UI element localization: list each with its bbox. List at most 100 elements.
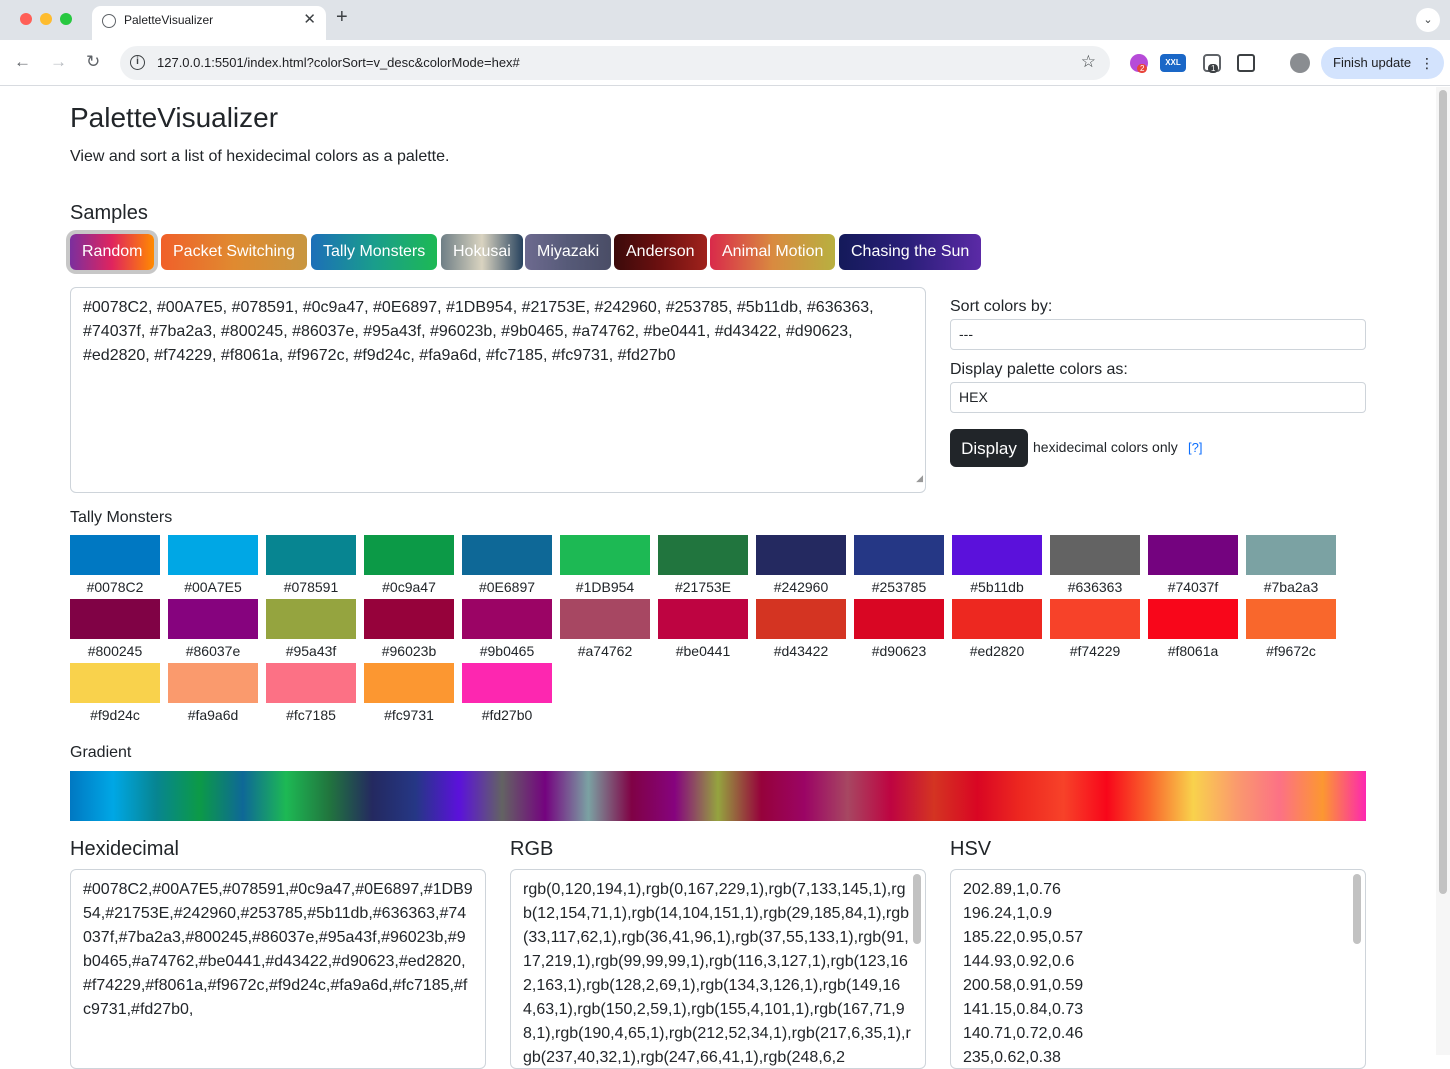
- sample-button[interactable]: Tally Monsters: [311, 234, 438, 270]
- minimize-window-button[interactable]: [40, 13, 52, 25]
- extension-badge: 2: [1137, 64, 1148, 73]
- page-description: View and sort a list of hexidecimal colo…: [70, 148, 450, 165]
- hsv-line: 196.24,1,0.9: [963, 905, 1052, 922]
- swatch-label: #86037e: [185, 643, 241, 659]
- sort-label: Sort colors by:: [950, 298, 1053, 315]
- color-swatch: #7ba2a3: [1246, 535, 1336, 595]
- color-swatch: #636363: [1050, 535, 1140, 595]
- swatch-color-block: [70, 535, 160, 575]
- sample-button[interactable]: Random: [70, 234, 155, 270]
- site-info-icon[interactable]: i: [130, 55, 145, 70]
- help-link[interactable]: [?]: [1188, 440, 1202, 455]
- swatch-color-block: [658, 535, 748, 575]
- browser-tab[interactable]: PaletteVisualizer ✕: [92, 6, 326, 40]
- swatch-color-block: [1148, 535, 1238, 575]
- profile-avatar[interactable]: [1290, 53, 1310, 73]
- close-window-button[interactable]: [20, 13, 32, 25]
- swatch-label: #a74762: [577, 643, 633, 659]
- sample-button[interactable]: Packet Switching: [161, 234, 307, 270]
- hsv-line: 200.58,0.91,0.59: [963, 977, 1084, 994]
- more-menu-icon[interactable]: ⋮: [1420, 47, 1434, 79]
- hsv-line: 185.22,0.95,0.57: [963, 929, 1084, 946]
- swatch-color-block: [168, 663, 258, 703]
- tab-search-icon[interactable]: ⌄: [1416, 8, 1440, 32]
- sample-button[interactable]: Anderson: [614, 234, 707, 270]
- color-swatch: #86037e: [168, 599, 258, 659]
- rgb-output-value: rgb(0,120,194,1),rgb(0,167,229,1),rgb(7,…: [523, 881, 911, 1066]
- close-tab-icon[interactable]: ✕: [303, 10, 316, 28]
- gradient-heading: Gradient: [70, 744, 132, 761]
- swatch-label: #f8061a: [1167, 643, 1219, 659]
- swatch-label: #0c9a47: [382, 579, 436, 595]
- swatch-label: #5b11db: [970, 579, 1024, 595]
- swatch-color-block: [462, 535, 552, 575]
- new-tab-button[interactable]: +: [336, 6, 348, 29]
- sample-button[interactable]: Miyazaki: [525, 234, 612, 270]
- forward-arrow-icon[interactable]: →: [50, 52, 67, 72]
- swatch-label: #242960: [773, 579, 829, 595]
- swatch-color-block: [168, 535, 258, 575]
- swatch-label: #be0441: [675, 643, 731, 659]
- hex-output-value: #0078C2,#00A7E5,#078591,#0c9a47,#0E6897,…: [83, 881, 473, 1018]
- address-bar[interactable]: i 127.0.0.1:5501/index.html?colorSort=v_…: [120, 46, 1110, 80]
- swatch-label: #95a43f: [285, 643, 337, 659]
- hsv-output-textarea[interactable]: 202.89,1,0.76 196.24,1,0.9 185.22,0.95,0.5…: [950, 869, 1366, 1069]
- swatch-label: #21753E: [674, 579, 732, 595]
- sample-button[interactable]: Hokusai: [441, 234, 523, 270]
- color-swatch: #078591: [266, 535, 356, 595]
- sort-select[interactable]: ---: [950, 319, 1366, 350]
- sample-button[interactable]: Chasing the Sun: [839, 234, 982, 270]
- swatch-color-block: [364, 535, 454, 575]
- swatch-color-block: [658, 599, 748, 639]
- color-swatch: #242960: [756, 535, 846, 595]
- rgb-scrollbar-thumb[interactable]: [913, 874, 921, 944]
- rgb-output-heading: RGB: [510, 838, 554, 860]
- globe-icon: [102, 14, 116, 28]
- sample-button[interactable]: Animal Motion: [710, 234, 836, 270]
- extensions-puzzle-icon[interactable]: [1237, 54, 1255, 72]
- hsv-output-heading: HSV: [950, 838, 992, 860]
- hex-only-note: hexidecimal colors only: [1033, 439, 1178, 455]
- swatch-label: #96023b: [381, 643, 437, 659]
- color-list-textarea[interactable]: #0078C2, #00A7E5, #078591, #0c9a47, #0E6…: [70, 287, 926, 493]
- finish-update-button[interactable]: Finish update ⋮: [1321, 47, 1444, 79]
- bookmark-star-icon[interactable]: ☆: [1081, 52, 1096, 72]
- color-swatch: #f74229: [1050, 599, 1140, 659]
- hex-output-heading: Hexidecimal: [70, 838, 179, 860]
- swatch-color-block: [70, 663, 160, 703]
- color-swatch: #f9d24c: [70, 663, 160, 723]
- hsv-line: 140.71,0.72,0.46: [963, 1025, 1084, 1042]
- xxl-extension-icon[interactable]: XXL: [1160, 54, 1186, 72]
- gradient-bar: [70, 771, 1366, 821]
- swatch-label: #fc7185: [286, 707, 336, 723]
- color-swatch: #f8061a: [1148, 599, 1238, 659]
- page-scrollbar-thumb[interactable]: [1439, 90, 1447, 894]
- swatch-label: #f9d24c: [90, 707, 140, 723]
- swatch-label: #d43422: [773, 643, 829, 659]
- reload-icon[interactable]: ↻: [86, 52, 100, 72]
- display-button[interactable]: Display: [950, 429, 1028, 467]
- maximize-window-button[interactable]: [60, 13, 72, 25]
- rgb-output-textarea[interactable]: rgb(0,120,194,1),rgb(0,167,229,1),rgb(7,…: [510, 869, 926, 1069]
- swatch-color-block: [266, 535, 356, 575]
- color-swatch: #800245: [70, 599, 160, 659]
- swatch-color-block: [1148, 599, 1238, 639]
- browser-toolbar: ← → ↻ i 127.0.0.1:5501/index.html?colorS…: [0, 40, 1450, 86]
- swatch-color-block: [266, 663, 356, 703]
- hsv-scrollbar-thumb[interactable]: [1353, 874, 1361, 944]
- swatch-label: #f74229: [1069, 643, 1121, 659]
- swatch-color-block: [560, 599, 650, 639]
- swatch-color-block: [364, 599, 454, 639]
- color-swatch: #21753E: [658, 535, 748, 595]
- color-swatch: #d43422: [756, 599, 846, 659]
- swatch-label: #7ba2a3: [1263, 579, 1319, 595]
- swatch-color-block: [364, 663, 454, 703]
- url-text[interactable]: 127.0.0.1:5501/index.html?colorSort=v_de…: [157, 55, 520, 70]
- display-mode-select[interactable]: HEX: [950, 382, 1366, 413]
- resize-handle-icon[interactable]: ◢: [916, 466, 923, 490]
- hex-output-textarea[interactable]: #0078C2,#00A7E5,#078591,#0c9a47,#0E6897,…: [70, 869, 486, 1069]
- hsv-line: 235,0.62,0.38: [963, 1049, 1061, 1066]
- samples-heading: Samples: [70, 202, 148, 224]
- back-arrow-icon[interactable]: ←: [14, 52, 31, 72]
- swatch-label: #fc9731: [384, 707, 434, 723]
